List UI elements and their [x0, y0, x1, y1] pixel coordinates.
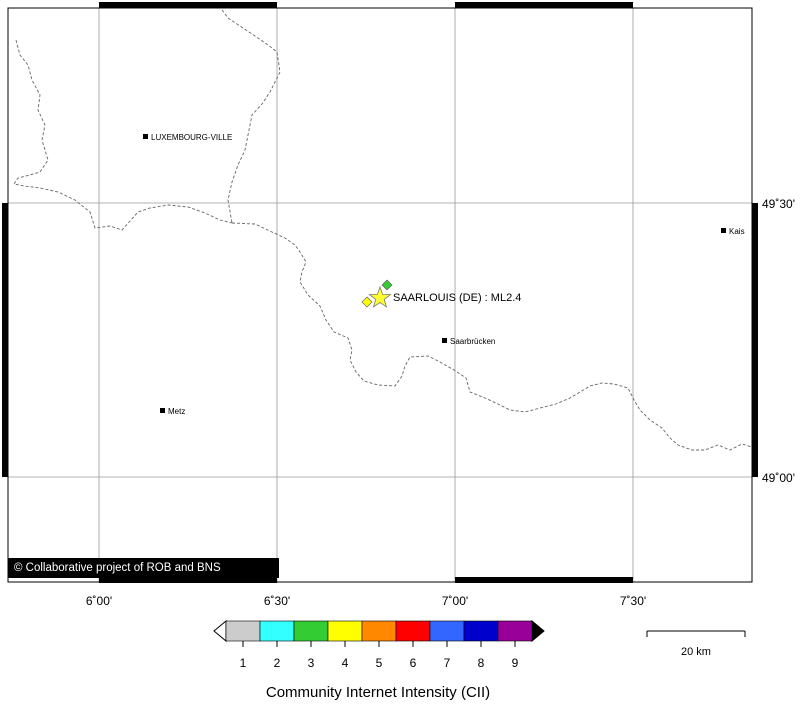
- city-luxembourg: LUXEMBOURG-VILLE: [143, 133, 232, 142]
- legend-swatch: [497, 620, 533, 642]
- legend-arrow-left: [213, 619, 227, 643]
- lon-label-7-00: 7˚00': [442, 594, 468, 608]
- legend-swatch: [293, 620, 329, 642]
- legend-tick-label: 6: [410, 656, 417, 670]
- city-marker: [160, 408, 165, 413]
- legend-swatch: [259, 620, 295, 642]
- legend-tick-label: 1: [240, 656, 247, 670]
- city-saarbrucken: Saarbrücken: [442, 337, 495, 346]
- city-marker: [442, 338, 447, 343]
- legend-tick-label: 7: [444, 656, 451, 670]
- lat-label-49-30: 49˚30': [762, 197, 795, 211]
- legend-tick-label: 3: [308, 656, 315, 670]
- city-label: LUXEMBOURG-VILLE: [151, 133, 232, 142]
- lon-label-6-30: 6˚30': [264, 594, 290, 608]
- legend-tick-label: 2: [274, 656, 281, 670]
- legend-tick-label: 4: [342, 656, 349, 670]
- city-marker: [721, 228, 726, 233]
- intensity-legend: 1 2 3 4 5 6 7 8 9: [213, 619, 545, 670]
- epicenter-label: SAARLOUIS (DE) : ML2.4: [393, 292, 521, 304]
- legend-tick-label: 5: [376, 656, 383, 670]
- intensity-map: 49˚30' 49˚00' 6˚00' 6˚30' 7˚00' 7˚30' LU…: [2, 2, 795, 701]
- frame-bar-top-1: [99, 2, 277, 8]
- frame-bar-bottom-2: [455, 577, 633, 583]
- lon-label-7-30: 7˚30': [620, 594, 646, 608]
- legend-swatch: [395, 620, 431, 642]
- legend-swatch: [463, 620, 499, 642]
- credit-box: © Collaborative project of ROB and BNS: [8, 558, 279, 578]
- credit-text: © Collaborative project of ROB and BNS: [14, 562, 221, 574]
- city-label: Metz: [168, 407, 185, 416]
- legend-tick-label: 8: [478, 656, 485, 670]
- legend-swatch: [361, 620, 397, 642]
- scale-bar: [646, 630, 746, 637]
- legend-swatch: [225, 620, 261, 642]
- city-marker: [143, 134, 148, 139]
- legend-title: Community Internet Intensity (CII): [266, 684, 490, 701]
- frame-bar-top-2: [455, 2, 633, 8]
- legend-arrow-right: [531, 619, 545, 643]
- scale-bar-label: 20 km: [681, 646, 711, 658]
- legend-swatch: [327, 620, 363, 642]
- city-label: Saarbrücken: [450, 337, 495, 346]
- legend-tick-label: 9: [512, 656, 519, 670]
- lon-label-6-00: 6˚00': [86, 594, 112, 608]
- lat-label-49-00: 49˚00': [762, 471, 795, 485]
- legend-swatch: [429, 620, 465, 642]
- city-label: Kais: [729, 227, 745, 236]
- frame-bar-left: [2, 203, 8, 477]
- frame-bar-right: [752, 203, 758, 477]
